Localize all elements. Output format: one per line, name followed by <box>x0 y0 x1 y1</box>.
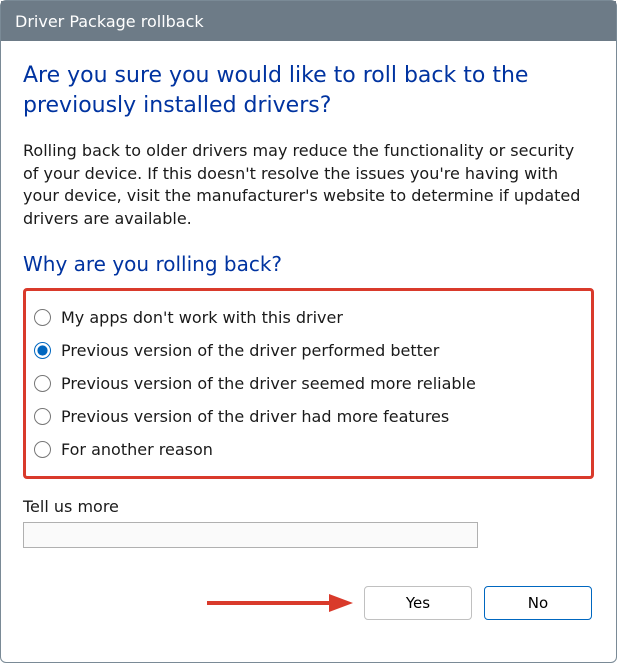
reason-option-performed-better[interactable]: Previous version of the driver performed… <box>34 334 581 367</box>
annotation-arrow-icon <box>203 591 353 615</box>
window-title: Driver Package rollback <box>15 12 204 31</box>
dialog-button-row: Yes No <box>23 586 594 620</box>
reason-label: For another reason <box>61 440 213 459</box>
reason-radio[interactable] <box>34 309 51 326</box>
reason-option-another[interactable]: For another reason <box>34 433 581 466</box>
window-titlebar: Driver Package rollback <box>1 1 616 41</box>
no-button-label: No <box>528 594 548 612</box>
reason-radio[interactable] <box>34 408 51 425</box>
yes-button-label: Yes <box>406 594 430 612</box>
reason-option-more-reliable[interactable]: Previous version of the driver seemed mo… <box>34 367 581 400</box>
reason-label: My apps don't work with this driver <box>61 308 343 327</box>
dialog-content: Are you sure you would like to roll back… <box>1 41 616 636</box>
dialog-heading: Are you sure you would like to roll back… <box>23 61 594 120</box>
reason-subheading: Why are you rolling back? <box>23 252 594 276</box>
yes-button[interactable]: Yes <box>364 586 472 620</box>
reason-option-more-features[interactable]: Previous version of the driver had more … <box>34 400 581 433</box>
dialog-description: Rolling back to older drivers may reduce… <box>23 140 594 230</box>
reason-radio[interactable] <box>34 375 51 392</box>
reason-label: Previous version of the driver performed… <box>61 341 439 360</box>
reason-radio[interactable] <box>34 342 51 359</box>
tellmore-input[interactable] <box>23 522 478 548</box>
reason-label: Previous version of the driver seemed mo… <box>61 374 476 393</box>
reason-option-apps-dont-work[interactable]: My apps don't work with this driver <box>34 301 581 334</box>
tellmore-label: Tell us more <box>23 497 594 516</box>
reason-radio[interactable] <box>34 441 51 458</box>
reason-label: Previous version of the driver had more … <box>61 407 449 426</box>
reason-radio-group: My apps don't work with this driver Prev… <box>23 288 594 479</box>
no-button[interactable]: No <box>484 586 592 620</box>
